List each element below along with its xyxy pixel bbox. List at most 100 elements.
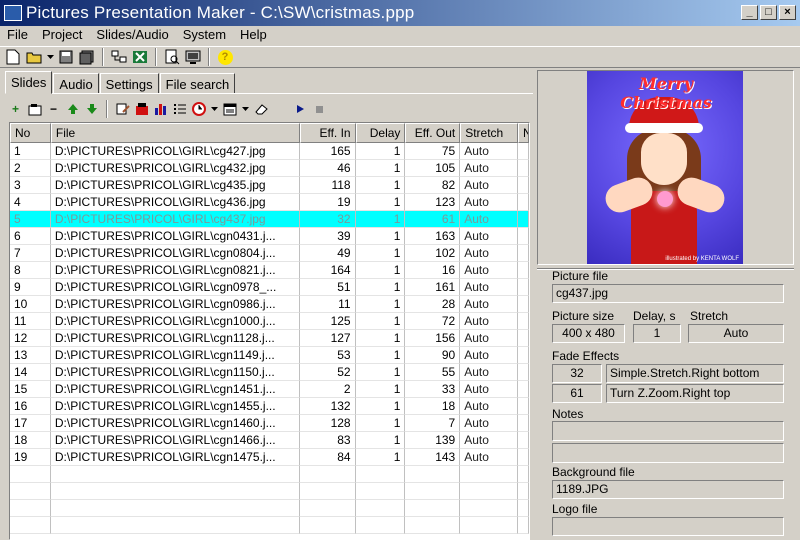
cell-no: 2 [10, 160, 51, 177]
column-header-no[interactable]: No [10, 123, 51, 143]
table-row[interactable] [10, 517, 529, 534]
table-row[interactable]: 16 D:\PICTURES\PRICOL\GIRL\cgn1455.j... 13… [10, 398, 529, 415]
table-row[interactable] [10, 483, 529, 500]
table-row[interactable]: 6 D:\PICTURES\PRICOL\GIRL\cgn0431.j... 39 1… [10, 228, 529, 245]
menu-help[interactable]: Help [233, 26, 274, 44]
menu-file[interactable]: File [0, 26, 35, 44]
cell-stretch: Auto [460, 330, 519, 347]
picture-size-field[interactable]: 400 x 480 [552, 324, 625, 343]
delay-field[interactable]: 1 [633, 324, 681, 343]
picture-file-field[interactable]: cg437.jpg [552, 284, 784, 303]
table-row[interactable]: 17 D:\PICTURES\PRICOL\GIRL\cgn1460.j... 12… [10, 415, 529, 432]
title-bar[interactable]: Pictures Presentation Maker - C:\SW\cris… [0, 0, 800, 26]
save-all-icon[interactable] [78, 48, 96, 66]
clock-icon[interactable] [191, 102, 206, 117]
excel-export-icon[interactable] [131, 48, 149, 66]
list-icon[interactable] [172, 102, 187, 117]
tab-slides[interactable]: Slides [5, 71, 53, 94]
color-icon[interactable] [134, 102, 149, 117]
background-file-field[interactable]: 1189.JPG [552, 480, 784, 499]
cell-stretch: Auto [460, 313, 519, 330]
table-row[interactable] [10, 466, 529, 483]
column-header-stretch[interactable]: Stretch [460, 123, 518, 143]
maximize-button[interactable]: □ [760, 5, 777, 20]
table-row[interactable]: 1 D:\PICTURES\PRICOL\GIRL\cg427.jpg 165 1 75… [10, 143, 529, 160]
tab-audio[interactable]: Audio [53, 73, 99, 94]
play-icon[interactable] [292, 102, 307, 117]
panel-dropdown-icon[interactable] [241, 102, 249, 117]
table-row[interactable]: 8 D:\PICTURES\PRICOL\GIRL\cgn0821.j... 164… [10, 262, 529, 279]
cell-stretch: Auto [460, 177, 519, 194]
minimize-button[interactable]: _ [741, 5, 758, 20]
print-preview-icon[interactable] [163, 48, 181, 66]
logo-file-field[interactable] [552, 517, 784, 536]
edit-icon[interactable] [115, 102, 130, 117]
notes-field-line-2[interactable] [552, 443, 784, 463]
eraser-icon[interactable] [253, 102, 268, 117]
monitor-preview-icon[interactable] [184, 48, 202, 66]
cell-delay [355, 500, 406, 517]
cell-n [518, 279, 529, 296]
chart-icon[interactable] [153, 102, 168, 117]
toolbar-separator [102, 48, 104, 66]
fade-out-number-field[interactable]: 61 [552, 384, 602, 403]
table-row[interactable]: 3 D:\PICTURES\PRICOL\GIRL\cg435.jpg 118 1 82… [10, 177, 529, 194]
table-row[interactable]: 13 D:\PICTURES\PRICOL\GIRL\cgn1149.j... 53… [10, 347, 529, 364]
table-row[interactable]: 7 D:\PICTURES\PRICOL\GIRL\cgn0804.j... 49 1… [10, 245, 529, 262]
fade-out-name-field[interactable]: Turn Z.Zoom.Right top [606, 384, 784, 403]
table-row[interactable] [10, 500, 529, 517]
add-folder-icon[interactable] [27, 102, 42, 117]
stretch-field[interactable]: Auto [688, 324, 784, 343]
close-button[interactable]: × [779, 5, 796, 20]
column-header-n[interactable]: N [518, 123, 529, 143]
table-row[interactable]: 5 D:\PICTURES\PRICOL\GIRL\cg437.jpg 32 1 61 A… [10, 211, 529, 228]
fade-in-name-field[interactable]: Simple.Stretch.Right bottom [606, 364, 784, 383]
save-icon[interactable] [57, 48, 75, 66]
dropdown-arrow-icon[interactable] [46, 48, 54, 66]
cell-no: 3 [10, 177, 51, 194]
remove-icon[interactable]: − [46, 102, 61, 117]
column-header-eff-in[interactable]: Eff. In [299, 123, 356, 143]
column-header-eff-out[interactable]: Eff. Out [405, 123, 461, 143]
delay-label: Delay, s [633, 309, 676, 323]
add-icon[interactable]: + [8, 102, 23, 117]
tab-settings[interactable]: Settings [99, 73, 159, 94]
open-folder-icon[interactable] [25, 48, 43, 66]
help-icon[interactable]: ? [216, 48, 234, 66]
table-row[interactable]: 15 D:\PICTURES\PRICOL\GIRL\cgn1451.j... 2 1… [10, 381, 529, 398]
cell-eff-in: 2 [299, 381, 356, 398]
move-down-icon[interactable] [84, 102, 99, 117]
table-row[interactable]: 14 D:\PICTURES\PRICOL\GIRL\cgn1150.j... 52… [10, 364, 529, 381]
cell-stretch: Auto [460, 228, 519, 245]
illustration-heart [657, 191, 673, 207]
column-header-delay[interactable]: Delay [355, 123, 406, 143]
table-row[interactable]: 9 D:\PICTURES\PRICOL\GIRL\cgn0978_... 51 1 1… [10, 279, 529, 296]
network-icon[interactable] [110, 48, 128, 66]
column-header-file[interactable]: File [50, 123, 300, 143]
cell-stretch [460, 483, 519, 500]
slides-table[interactable]: No File Eff. In Delay Eff. Out Stretch N… [9, 122, 530, 540]
move-up-icon[interactable] [65, 102, 80, 117]
table-row[interactable]: 11 D:\PICTURES\PRICOL\GIRL\cgn1000.j... 12… [10, 313, 529, 330]
new-file-icon[interactable] [4, 48, 22, 66]
cell-n [518, 398, 529, 415]
table-row[interactable]: 10 D:\PICTURES\PRICOL\GIRL\cgn0986.j... 11… [10, 296, 529, 313]
clock-dropdown-icon[interactable] [210, 102, 218, 117]
tab-file-search[interactable]: File search [159, 73, 236, 94]
table-row[interactable]: 19 D:\PICTURES\PRICOL\GIRL\cgn1475.j... 84… [10, 449, 529, 466]
cell-delay: 1 [355, 177, 406, 194]
menu-system[interactable]: System [176, 26, 233, 44]
stop-icon[interactable] [311, 102, 326, 117]
cell-no: 8 [10, 262, 51, 279]
notes-field-line-1[interactable] [552, 421, 784, 441]
cell-stretch: Auto [460, 381, 519, 398]
fade-in-number-field[interactable]: 32 [552, 364, 602, 383]
menu-slides-audio[interactable]: Slides/Audio [89, 26, 175, 44]
table-row[interactable]: 12 D:\PICTURES\PRICOL\GIRL\cgn1128.j... 12… [10, 330, 529, 347]
table-row[interactable]: 18 D:\PICTURES\PRICOL\GIRL\cgn1466.j... 83… [10, 432, 529, 449]
cell-no: 11 [10, 313, 51, 330]
menu-project[interactable]: Project [35, 26, 89, 44]
table-row[interactable]: 2 D:\PICTURES\PRICOL\GIRL\cg432.jpg 46 1 105… [10, 160, 529, 177]
table-row[interactable]: 4 D:\PICTURES\PRICOL\GIRL\cg436.jpg 19 1 123… [10, 194, 529, 211]
panel-icon[interactable] [222, 102, 237, 117]
